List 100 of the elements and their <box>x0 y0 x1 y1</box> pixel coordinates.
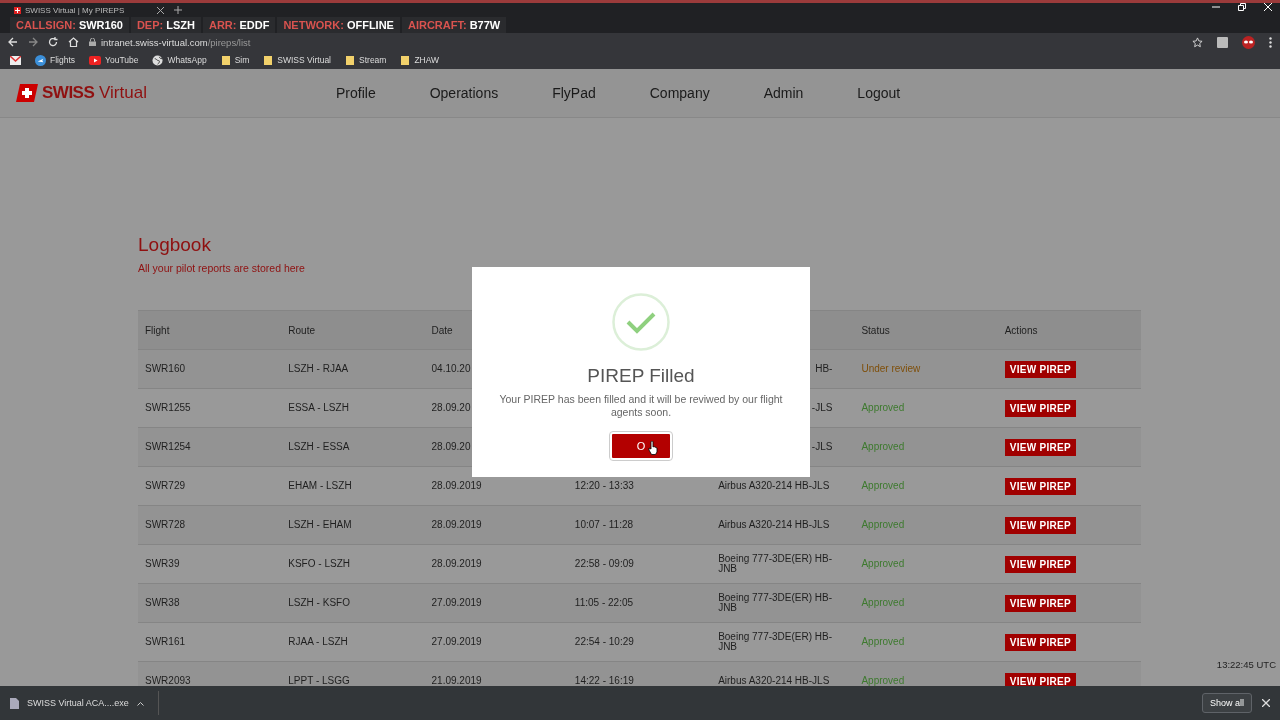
table-cell: SWR1255 <box>145 401 191 413</box>
bookmark-label: Flights <box>50 55 76 65</box>
browser-tab[interactable]: SWISS Virtual | My PIREPS <box>14 5 164 15</box>
folder-icon <box>263 54 274 66</box>
table-cell: KSFO - LSZH <box>288 557 350 569</box>
file-icon <box>10 697 19 709</box>
table-cell: 14:22 - 16:19 <box>574 674 634 686</box>
view-pirep-button[interactable]: VIEW PIREP <box>1004 555 1077 573</box>
show-all-button[interactable]: Show all <box>1201 693 1252 713</box>
table-cell: 22:58 - 09:09 <box>574 557 634 569</box>
table-cell: 28.09.20 <box>431 401 471 413</box>
star-icon[interactable] <box>1192 36 1203 48</box>
table-cell: LSZH - ESSA <box>288 440 350 452</box>
new-tab-icon[interactable] <box>174 6 182 14</box>
page-subtitle: All your pilot reports are stored here <box>138 262 306 274</box>
column-header: Flight <box>145 324 170 336</box>
lock-icon <box>89 38 96 46</box>
bookmark-link[interactable]: Sim <box>220 54 250 66</box>
menu-icon[interactable] <box>1269 36 1272 48</box>
table-cell: RJAA - LSZH <box>288 635 348 647</box>
mail-icon[interactable] <box>10 55 21 65</box>
flight-info-chip: AIRCRAFT: B77W <box>401 17 507 33</box>
globe-icon <box>152 54 164 66</box>
status-text: Approved <box>861 635 905 647</box>
table-cell: Airbus A320-214 HB-JLS <box>718 674 830 686</box>
download-item[interactable]: SWISS Virtual ACA....exe <box>10 691 159 715</box>
table-cell: SWR38 <box>145 596 180 608</box>
plane-icon <box>35 54 46 66</box>
bookmark-link[interactable]: YouTube <box>89 55 139 65</box>
play-icon <box>89 55 102 65</box>
bookmark-link[interactable]: SWISS Virtual <box>263 54 331 66</box>
flight-info-chip: DEP: LSZH <box>130 17 201 33</box>
table-cell: SWR728 <box>145 518 185 530</box>
folder-icon <box>345 54 355 66</box>
table-cell: 10:07 - 11:28 <box>574 518 634 530</box>
flight-info-chip: ARR: EDDF <box>202 17 276 33</box>
restore-icon[interactable] <box>1238 3 1246 11</box>
bookmark-label: Stream <box>359 55 387 65</box>
table-cell: Boeing 777-3DE(ER) HB-JNB <box>718 552 833 574</box>
nav-link[interactable]: Operations <box>429 85 499 101</box>
status-text: Approved <box>861 674 905 686</box>
table-cell: -JLS <box>811 440 833 452</box>
minimize-icon[interactable] <box>1212 3 1220 11</box>
caret-icon[interactable] <box>136 700 144 706</box>
table-cell: Boeing 777-3DE(ER) HB-JNB <box>718 630 833 652</box>
nav-link[interactable]: FlyPad <box>552 85 596 101</box>
reload-icon[interactable] <box>48 37 58 47</box>
bookmark-link[interactable]: Flights <box>35 54 76 66</box>
table-cell: LSZH - KSFO <box>288 596 350 608</box>
check-icon <box>612 293 670 351</box>
swiss-cross-icon <box>16 84 38 102</box>
bookmark-link[interactable]: ZHAW <box>400 54 440 66</box>
view-pirep-button[interactable]: VIEW PIREP <box>1004 672 1077 686</box>
profile-avatar-icon[interactable] <box>1242 35 1255 49</box>
table-cell: SWR1254 <box>145 440 191 452</box>
dialog-title: PIREP Filled <box>587 365 695 387</box>
table-cell: 22:54 - 10:29 <box>574 635 634 647</box>
table-cell: 28.09.2019 <box>431 479 482 491</box>
table-cell: 28.09.20 <box>431 440 471 452</box>
bookmark-link[interactable]: Stream <box>345 54 387 66</box>
forward-icon[interactable] <box>28 37 38 47</box>
view-pirep-button[interactable]: VIEW PIREP <box>1004 360 1077 378</box>
view-pirep-button[interactable]: VIEW PIREP <box>1004 594 1077 612</box>
bookmark-label: Sim <box>234 55 250 65</box>
table-cell: LSZH - RJAA <box>288 362 349 374</box>
nav-link[interactable]: Company <box>649 85 710 101</box>
status-text: Approved <box>861 518 905 530</box>
home-icon[interactable] <box>68 37 79 47</box>
table-cell: 28.09.2019 <box>431 518 482 530</box>
view-pirep-button[interactable]: VIEW PIREP <box>1004 633 1077 651</box>
table-cell: LSZH - EHAM <box>288 518 352 530</box>
table-cell: SWR160 <box>145 362 185 374</box>
view-pirep-button[interactable]: VIEW PIREP <box>1004 477 1077 495</box>
table-cell: Boeing 777-3DE(ER) HB-JNB <box>718 591 833 613</box>
nav-link[interactable]: Admin <box>763 85 804 101</box>
close-icon[interactable] <box>157 6 164 14</box>
view-pirep-button[interactable]: VIEW PIREP <box>1004 399 1077 417</box>
ok-button[interactable]: O <box>610 432 672 461</box>
nav-link[interactable]: Profile <box>336 85 376 101</box>
table-cell: Airbus A320-214 HB-JLS <box>718 518 830 530</box>
extension-icon[interactable] <box>1217 36 1228 48</box>
bookmark-label: YouTube <box>105 55 139 65</box>
status-text: Under review <box>861 362 921 374</box>
status-text: Approved <box>861 479 905 491</box>
view-pirep-button[interactable]: VIEW PIREP <box>1004 438 1077 456</box>
table-cell: HB- <box>815 362 833 374</box>
table-cell: 21.09.2019 <box>431 674 482 686</box>
status-text: Approved <box>861 440 905 452</box>
nav-link[interactable]: Logout <box>857 85 901 101</box>
swiss-cross-icon <box>14 6 21 14</box>
folder-icon <box>220 54 231 66</box>
flight-info-chip: CALLSIGN: SWR160 <box>10 17 129 33</box>
column-header: Route <box>288 324 315 336</box>
bookmark-link[interactable]: WhatsApp <box>152 54 207 66</box>
back-icon[interactable] <box>8 37 18 47</box>
status-text: Approved <box>861 401 905 413</box>
status-text: Approved <box>861 557 905 569</box>
bookmark-label: WhatsApp <box>167 55 207 65</box>
table-cell: SWR39 <box>145 557 180 569</box>
view-pirep-button[interactable]: VIEW PIREP <box>1004 516 1077 534</box>
